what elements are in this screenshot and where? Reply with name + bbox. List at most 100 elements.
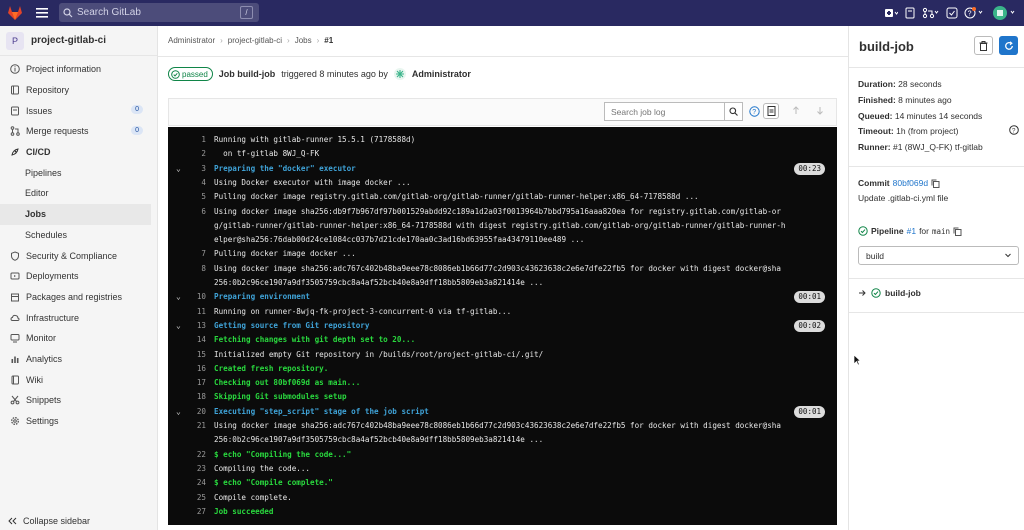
line-number[interactable]: 23 [186,462,206,476]
chevron-down-icon[interactable]: ⌄ [176,162,181,176]
line-number[interactable]: 2 [186,147,206,161]
commit-sha-link[interactable]: 80bf069d [893,178,928,188]
sidebar-item-jobs[interactable]: Jobs [0,203,151,225]
collapse-sidebar-button[interactable]: Collapse sidebar [8,516,90,526]
sidebar-item-wiki[interactable]: Wiki [0,369,157,390]
sidebar-item-analytics[interactable]: Analytics [0,349,157,370]
log-section-header[interactable]: ⌄ 13 Getting source from Git repository 00:… [168,319,837,333]
chevron-down-icon[interactable]: ⌄ [176,319,181,333]
help-icon[interactable]: ? [964,4,986,22]
issues-nav-icon[interactable] [904,4,916,22]
section-duration-badge: 00:01 [794,405,825,418]
sidebar-item-snippets[interactable]: Snippets [0,390,157,411]
line-number[interactable]: 7 [186,247,206,261]
stage-select[interactable]: build [858,246,1019,265]
retry-button[interactable] [999,36,1018,55]
project-header[interactable]: P project-gitlab-ci [0,26,157,56]
sidebar-item-monitor[interactable]: Monitor [0,328,157,349]
line-number[interactable]: 16 [186,362,206,376]
sidebar-item-infrastructure[interactable]: Infrastructure [0,307,157,328]
line-number[interactable]: 10 [186,290,206,304]
line-number[interactable]: 6 [186,205,206,219]
log-text: Compile complete. [214,492,292,502]
scroll-top-icon[interactable] [788,103,804,119]
log-line: 14 Fetching changes with git depth set to… [168,333,837,347]
menu-icon[interactable] [30,0,54,26]
breadcrumb-item[interactable]: project-gitlab-ci [228,36,282,45]
log-text: Created fresh repository. [214,363,329,373]
job-log-search[interactable] [604,102,743,121]
search-icon[interactable] [724,103,742,120]
sidebar-item-deployments[interactable]: Deployments [0,266,157,287]
job-list-item[interactable]: build-job [858,288,921,298]
triggered-text: triggered 8 minutes ago by [281,69,388,79]
merge-requests-nav-icon[interactable] [922,4,940,22]
log-section-header[interactable]: ⌄ 10 Preparing environment 00:01 [168,290,837,304]
sidebar-item-pipelines[interactable]: Pipelines [0,162,157,183]
copy-icon[interactable] [931,179,940,188]
runner-row: Runner: #1 (8WJ_Q-FK) tf-gitlab [858,142,983,152]
divider [849,67,1024,68]
line-number[interactable]: 1 [186,133,206,147]
pipeline-link[interactable]: #1 [907,226,916,236]
log-line: 24 $ echo "Compile complete." [168,476,837,490]
sidebar-item-repository[interactable]: Repository [0,80,157,101]
sidebar-item-ci-cd[interactable]: CI/CD [0,142,157,163]
line-number[interactable]: 20 [186,405,206,419]
line-number[interactable]: 21 [186,419,206,433]
breadcrumb-item[interactable]: Administrator [168,36,215,45]
user-avatar-icon[interactable] [992,4,1016,22]
line-number[interactable]: 14 [186,333,206,347]
job-log-search-input[interactable] [605,103,725,120]
question-icon[interactable]: ? [1009,125,1019,135]
breadcrumb-current[interactable]: #1 [324,36,333,45]
gitlab-logo-icon[interactable] [0,0,30,26]
sidebar-item-label: CI/CD [26,147,51,158]
status-badge[interactable]: passed [168,67,213,81]
issues-count-badge: 0 [131,105,143,115]
log-line: 25 Compile complete. [168,491,837,505]
line-number[interactable]: 8 [186,262,206,276]
sidebar-item-packages-registries[interactable]: Packages and registries [0,287,157,308]
log-section-header[interactable]: ⌄ 20 Executing "step_script" stage of the … [168,405,837,419]
line-number[interactable]: 4 [186,176,206,190]
sidebar-item-schedules[interactable]: Schedules [0,225,157,246]
user-name[interactable]: Administrator [412,69,471,79]
branch-ref[interactable]: main [932,227,950,236]
sidebar-item-security-compliance[interactable]: Security & Compliance [0,245,157,266]
line-number[interactable]: 11 [186,305,206,319]
raw-log-icon[interactable] [763,103,779,119]
help-circle-icon[interactable]: ? [746,103,762,119]
breadcrumb-item[interactable]: Jobs [295,36,312,45]
log-line: 15 Initialized empty Git repository in /b… [168,348,837,362]
sidebar-item-issues[interactable]: Issues 0 [0,100,157,121]
admin-avatar[interactable] [393,68,406,80]
line-number[interactable]: 18 [186,390,206,404]
copy-icon[interactable] [953,227,962,236]
sidebar-item-editor[interactable]: Editor [0,183,157,204]
log-section-header[interactable]: ⌄ 3 Preparing the "docker" executor 00:23 [168,162,837,176]
sidebar-item-merge-requests[interactable]: Merge requests 0 [0,121,157,142]
finished-row: Finished: 8 minutes ago [858,95,952,105]
line-number[interactable]: 3 [186,162,206,176]
sidebar-item-settings[interactable]: Settings [0,411,157,432]
line-number[interactable]: 5 [186,190,206,204]
line-number[interactable]: 24 [186,476,206,490]
cloud-icon [9,312,21,324]
erase-log-button[interactable] [974,36,993,55]
book-icon [9,374,21,386]
sidebar-item-project-information[interactable]: Project information [0,59,157,80]
todo-icon[interactable] [946,4,958,22]
line-number[interactable]: 22 [186,448,206,462]
scroll-bottom-icon[interactable] [812,103,828,119]
svg-text:?: ? [968,11,972,18]
line-number[interactable]: 15 [186,348,206,362]
line-number[interactable]: 25 [186,491,206,505]
line-number[interactable]: 13 [186,319,206,333]
chevron-down-icon[interactable]: ⌄ [176,405,181,419]
chevron-down-icon[interactable]: ⌄ [176,290,181,304]
create-new-icon[interactable] [884,4,898,22]
line-number[interactable]: 17 [186,376,206,390]
line-number[interactable]: 27 [186,505,206,519]
global-search-input[interactable]: Search GitLab / [59,3,259,22]
